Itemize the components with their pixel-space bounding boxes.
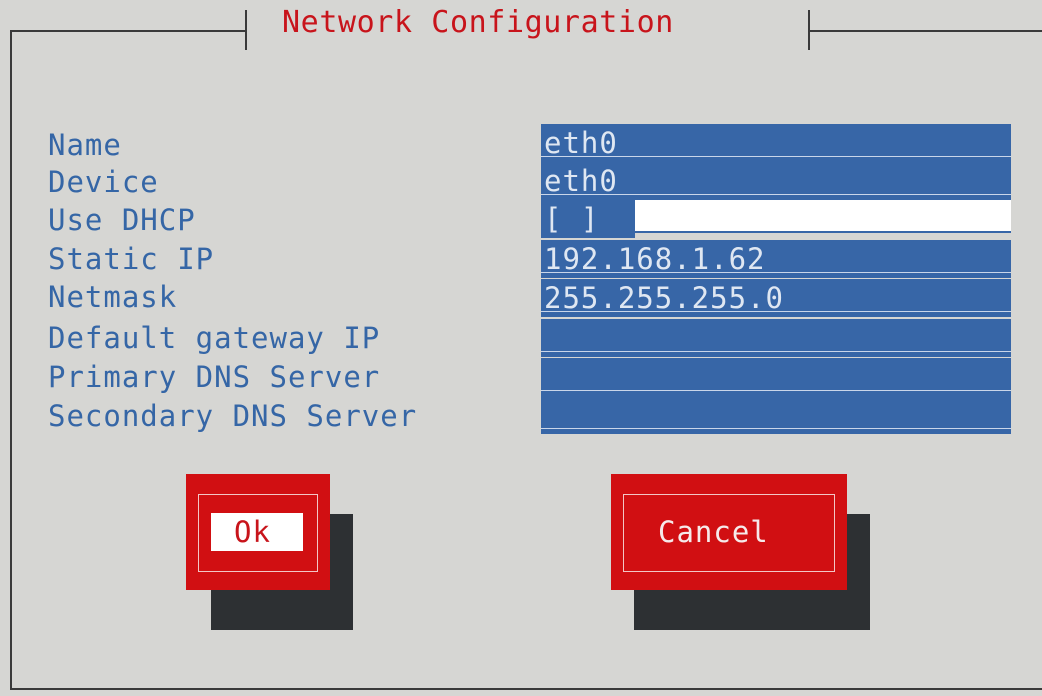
static-ip-field[interactable]: 192.168.1.62 [541, 240, 1011, 278]
dialog-frame-left [10, 30, 12, 690]
ok-button[interactable]: Ok [186, 474, 330, 590]
dialog-frame-top-left [10, 30, 246, 32]
secondary-dns-field[interactable] [541, 396, 1011, 434]
cancel-button-label: Cancel [658, 515, 769, 549]
use-dhcp-checkbox-value: [ ] [544, 202, 600, 236]
label-device: Device [48, 165, 159, 199]
device-field[interactable]: eth0 [541, 162, 1011, 200]
device-field-value: eth0 [544, 164, 618, 198]
label-static-ip: Static IP [48, 242, 215, 276]
netmask-field[interactable]: 255.255.255.0 [541, 279, 1011, 317]
label-secondary-dns: Secondary DNS Server [48, 399, 418, 433]
static-ip-field-value: 192.168.1.62 [544, 242, 766, 276]
use-dhcp-checkbox[interactable]: [ ] [541, 200, 1011, 238]
label-netmask: Netmask [48, 280, 178, 314]
dialog-frame-bottom [10, 688, 1042, 690]
use-dhcp-checkbox-blank [635, 200, 1011, 233]
label-default-gateway: Default gateway IP [48, 321, 381, 355]
primary-dns-field[interactable] [541, 358, 1011, 396]
ok-button-label: Ok [234, 515, 271, 549]
dialog-title: Network Configuration [282, 5, 674, 40]
label-name: Name [48, 128, 122, 162]
use-dhcp-checkbox-cell: [ ] [541, 200, 635, 238]
name-field[interactable]: eth0 [541, 124, 1011, 162]
cancel-button[interactable]: Cancel [611, 474, 847, 590]
title-right-tick [808, 10, 810, 50]
dialog-frame-top-right [809, 30, 1042, 32]
title-left-tick [245, 10, 247, 50]
label-primary-dns: Primary DNS Server [48, 360, 381, 394]
label-use-dhcp: Use DHCP [48, 203, 196, 237]
name-field-value: eth0 [544, 126, 618, 160]
netmask-field-value: 255.255.255.0 [544, 281, 784, 315]
default-gateway-field[interactable] [541, 319, 1011, 357]
